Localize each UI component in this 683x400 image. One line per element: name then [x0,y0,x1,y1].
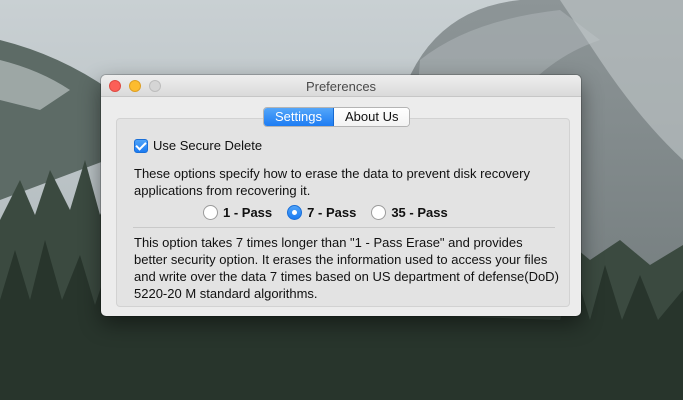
options-description: These options specify how to erase the d… [134,166,530,198]
radio-7-pass[interactable]: 7 - Pass [287,205,356,220]
radio-35-pass[interactable]: 35 - Pass [371,205,448,220]
preferences-window: Preferences Settings About Us Use Secure… [101,75,581,316]
tab-bar: Settings About Us [263,107,411,127]
selected-option-description: This option takes 7 times longer than "1… [134,235,559,301]
radio-label[interactable]: 35 - Pass [391,205,447,220]
radio-button-selected[interactable] [287,205,303,220]
pass-options-group: 1 - Pass 7 - Pass 35 - Pass [203,205,463,220]
divider [133,227,555,228]
radio-label[interactable]: 1 - Pass [223,205,272,220]
window-title: Preferences [305,79,377,94]
radio-label[interactable]: 7 - Pass [307,205,356,220]
titlebar: Preferences [101,75,581,97]
secure-delete-label[interactable]: Use Secure Delete [153,138,262,153]
tab-about-us[interactable]: About Us [333,108,410,126]
radio-button[interactable] [203,205,218,220]
secure-delete-row[interactable]: Use Secure Delete [134,138,262,153]
radio-1-pass[interactable]: 1 - Pass [203,205,272,220]
tab-settings[interactable]: Settings [264,108,334,126]
settings-panel: Use Secure Delete These options specify … [116,118,570,307]
secure-delete-checkbox[interactable] [134,138,148,153]
radio-button[interactable] [371,205,387,220]
